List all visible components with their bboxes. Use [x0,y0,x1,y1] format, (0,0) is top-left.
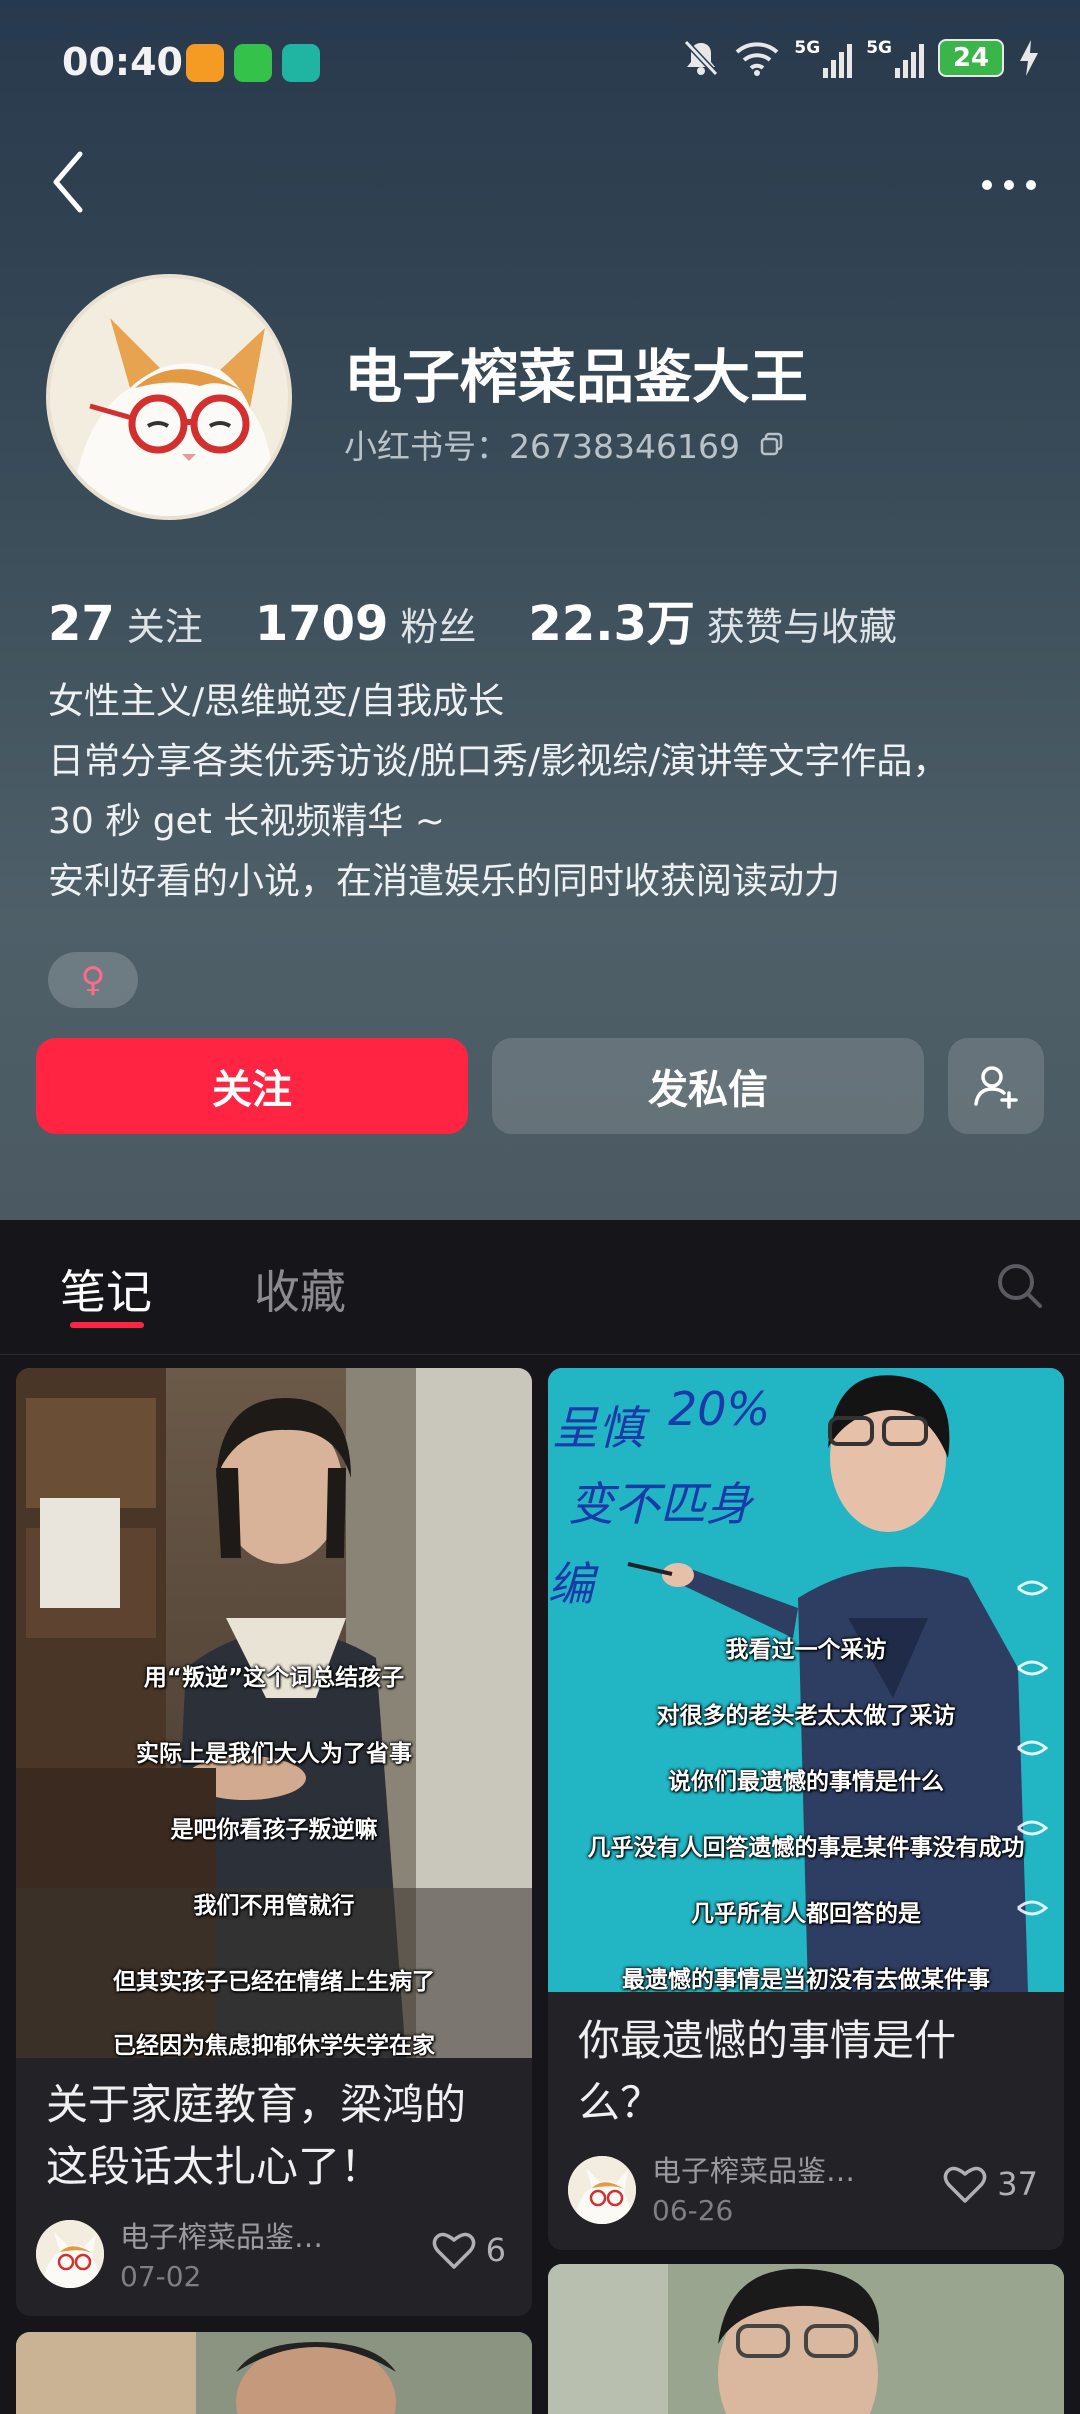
interview-scene-image [16,1368,532,2058]
copy-icon[interactable] [758,430,786,458]
note-cover-image[interactable] [548,2264,1064,2414]
note-card[interactable]: 呈慎 20% 变不匹身 编 我看过一个采访 对很多的老头老太太做了采访 说你们最… [548,1368,1064,2250]
network-type-1: 5G [794,38,821,58]
status-time: 00:40 [62,40,183,84]
like-button[interactable]: 37 [943,2164,1038,2204]
cell-signal-icon-2: 5G [866,38,924,78]
note-card[interactable] [16,2332,532,2414]
followers-label[interactable]: 粉丝 [400,596,476,651]
video-caption: 已经因为焦虑抑郁休学失学在家 [113,2033,435,2058]
app-notification-icon-teal [282,44,320,82]
cat-with-glasses-avatar [50,278,288,516]
video-caption: 最遗憾的事情是当初没有去做某件事 [622,1967,990,1992]
author-name[interactable]: 电子榨菜品鉴… [652,2148,855,2190]
red-id: 小红书号：26738346169 [344,420,786,468]
video-caption: 但其实孩子已经在情绪上生病了 [113,1969,435,1995]
note-date: 06-26 [652,2194,734,2227]
like-button[interactable]: 6 [432,2230,506,2270]
video-caption: 我看过一个采访 [725,1637,887,1663]
more-options-button[interactable] [982,180,1036,190]
search-icon [998,1264,1042,1308]
active-tab-indicator [70,1322,144,1328]
author-avatar[interactable] [568,2156,636,2224]
gender-badge: ♀ [48,952,138,1008]
video-caption: 几乎没有人回答遗憾的事是某件事没有成功 [587,1835,1025,1861]
video-caption: 用“叛逆”这个词总结孩子 [143,1665,405,1691]
note-card[interactable] [548,2264,1064,2414]
note-cover-image[interactable]: 用“叛逆”这个词总结孩子 实际上是我们大人为了省事 是吧你看孩子叛逆嘛 我们不用… [16,1368,532,2058]
status-bar: 00:40 5G 5G 24 [0,0,1080,120]
board-handwriting: 20% [668,1382,771,1436]
note-title[interactable]: 你最遗憾的事情是什么？ [578,2010,1038,2134]
like-count: 37 [997,2165,1038,2203]
bio-line: 30 秒 get 长视频精华 ~ [48,801,445,842]
heart-icon [432,2232,475,2269]
like-count: 6 [485,2231,506,2269]
likes-collects-label[interactable]: 获赞与收藏 [707,596,897,651]
network-type-2: 5G [866,38,892,58]
note-cover-image[interactable]: 呈慎 20% 变不匹身 编 我看过一个采访 对很多的老头老太太做了采访 说你们最… [548,1368,1064,1992]
board-handwriting: 编 [548,1557,594,1611]
charging-bolt-icon [1020,40,1038,76]
profile-header: 00:40 5G 5G 24 电子榨菜品鉴大王 小红书号：26738346169… [0,0,1080,1220]
cell-signal-icon-1: 5G [794,38,853,78]
note-date: 07-02 [120,2260,202,2293]
cat-avatar-icon [568,2156,636,2224]
video-caption: 说你们最遗憾的事情是什么 [668,1769,944,1795]
message-app-icon [234,44,272,82]
following-count[interactable]: 27 [48,596,115,652]
message-button[interactable]: 发私信 [492,1038,924,1134]
video-caption: 几乎所有人都回答的是 [691,1901,921,1927]
video-caption: 我们不用管就行 [193,1893,355,1919]
red-id-text: 小红书号：26738346169 [344,427,740,466]
author-avatar[interactable] [36,2220,104,2288]
chevron-left-icon [53,151,83,213]
profile-name: 电子榨菜品鉴大王 [344,343,809,411]
author-name[interactable]: 电子榨菜品鉴… [120,2214,323,2256]
app-notification-icon-orange [186,44,224,82]
profile-avatar[interactable] [46,274,292,520]
bio-line: 安利好看的小说，在消遣娱乐的同时收获阅读动力 [48,861,841,902]
battery-level: 24 [938,39,1004,77]
heart-icon [943,2166,987,2203]
followers-count[interactable]: 1709 [255,596,389,652]
recommend-users-button[interactable] [948,1038,1044,1134]
bio-line: 女性主义/思维蜕变/自我成长 [48,681,505,722]
status-icons: 5G 5G 24 [682,38,1040,78]
wifi-icon [736,42,779,76]
content-tabs: 笔记 收藏 [0,1220,1080,1355]
video-caption: 是吧你看孩子叛逆嘛 [170,1817,378,1843]
profile-bio: 女性主义/思维蜕变/自我成长 日常分享各类优秀访谈/脱口秀/影视综/演讲等文字作… [48,672,1048,912]
board-handwriting: 变不匹身 [568,1477,752,1531]
add-user-icon [974,1066,1018,1109]
bio-line: 日常分享各类优秀访谈/脱口秀/影视综/演讲等文字作品， [48,741,949,782]
back-button[interactable] [50,150,86,218]
tab-notes[interactable]: 笔记 [60,1256,152,1322]
video-caption: 实际上是我们大人为了省事 [136,1741,412,1767]
follow-button[interactable]: 关注 [36,1038,468,1134]
likes-collects-count[interactable]: 22.3万 [528,584,694,654]
note-cover-image[interactable] [16,2332,532,2414]
video-caption: 对很多的老头老太太做了采访 [656,1703,956,1729]
note-card[interactable]: 用“叛逆”这个词总结孩子 实际上是我们大人为了省事 是吧你看孩子叛逆嘛 我们不用… [16,1368,532,2316]
note-title[interactable]: 关于家庭教育，梁鸿的这段话太扎心了！ [46,2074,506,2198]
profile-stats: 27 关注 1709 粉丝 22.3万 获赞与收藏 [48,584,949,654]
female-icon: ♀ [80,960,106,1000]
following-label[interactable]: 关注 [127,596,203,651]
tab-favorites[interactable]: 收藏 [254,1256,346,1322]
cat-avatar-icon [36,2220,104,2288]
board-handwriting: 呈慎 [552,1401,644,1455]
mute-bell-icon [684,39,719,77]
search-notes-button[interactable] [994,1260,1044,1314]
